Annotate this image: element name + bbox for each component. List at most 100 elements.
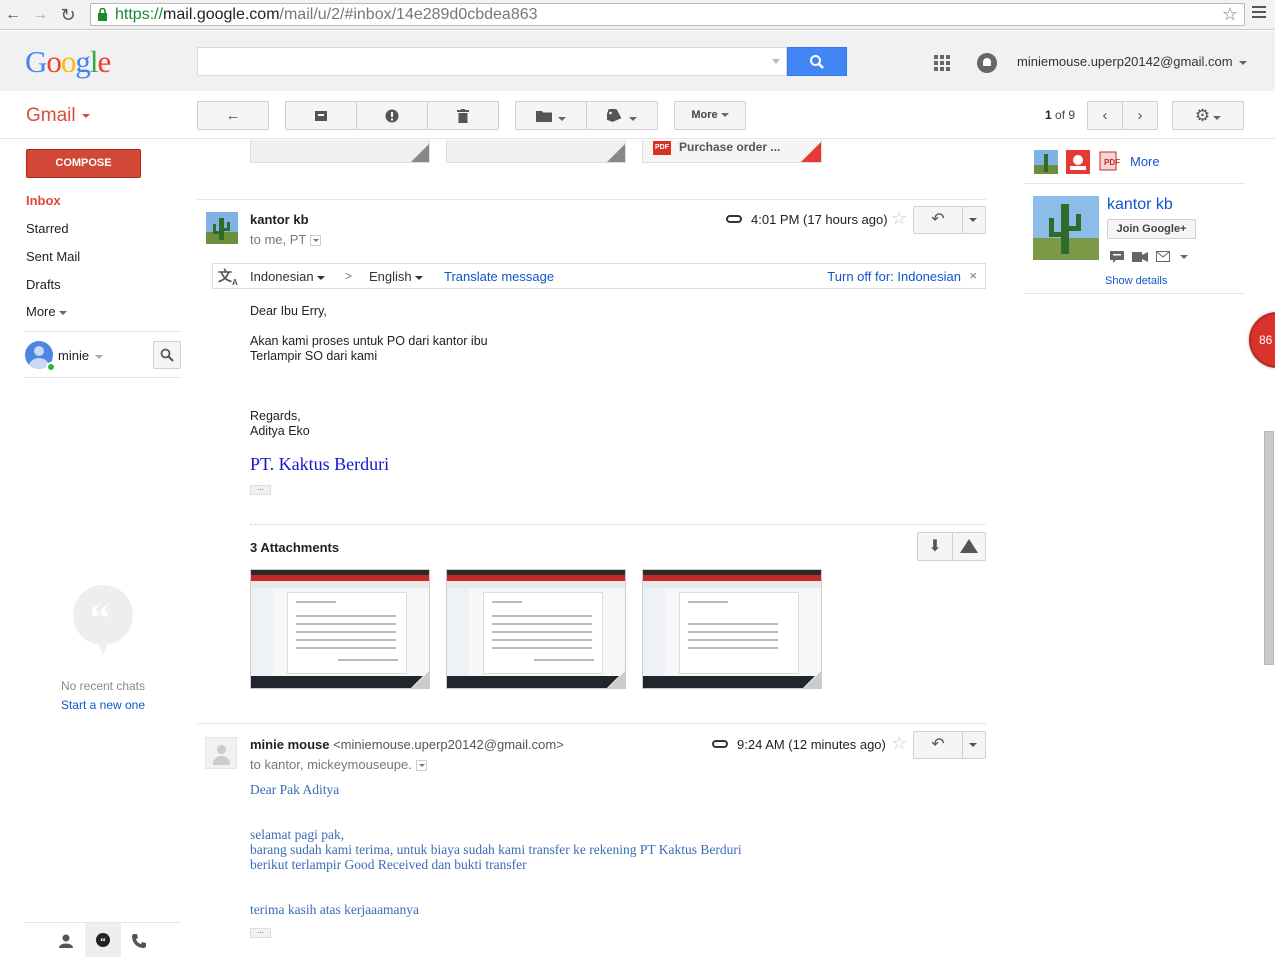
hangouts-notification-badge[interactable]: 86 (1249, 312, 1275, 368)
reply-icon[interactable]: ↶ (914, 732, 963, 758)
chevron-down-icon (628, 117, 637, 122)
scrollbar-thumb[interactable] (1264, 431, 1274, 665)
compose-button[interactable]: COMPOSE (26, 149, 141, 178)
pdf-attachment-chip[interactable]: PDF Purchase order ... (642, 140, 822, 163)
contacts-person-icon[interactable] (58, 933, 74, 949)
related-image-thumbnail[interactable] (1066, 150, 1090, 174)
apps-grid-icon[interactable] (934, 55, 950, 71)
sidebar-item-more[interactable]: More (26, 304, 67, 319)
show-trimmed-content-button[interactable]: ... (250, 484, 271, 495)
more-actions-button[interactable]: More (674, 101, 746, 130)
sidebar-item-drafts[interactable]: Drafts (26, 277, 61, 292)
report-spam-button[interactable] (356, 101, 428, 130)
source-language-select[interactable]: Indonesian (250, 269, 325, 284)
paperclip-icon (726, 215, 742, 223)
chevron-down-icon (58, 310, 67, 315)
collapsed-attachment-thumb[interactable] (250, 140, 430, 163)
target-language-select[interactable]: English (369, 269, 423, 284)
attachment-thumbnail[interactable] (250, 569, 430, 689)
chat-icon[interactable] (1110, 251, 1124, 263)
mail-icon[interactable] (1156, 251, 1170, 262)
sidebar-item-inbox[interactable]: Inbox (26, 193, 61, 208)
sidebar-item-sent-mail[interactable]: Sent Mail (26, 249, 80, 264)
join-google-plus-button[interactable]: Join Google+ (1107, 219, 1196, 239)
gmail-app-switcher[interactable]: Gmail (26, 105, 90, 127)
message-body-line: berikut terlampir Good Received dan bukt… (250, 857, 527, 872)
arrow-right-icon: > (345, 269, 353, 283)
sender-avatar[interactable] (205, 737, 237, 769)
google-logo[interactable]: Google (25, 44, 111, 80)
sender-name[interactable]: minie mouse <miniemouse.uperp20142@gmail… (250, 737, 564, 752)
back-icon[interactable]: ← (3, 5, 23, 25)
gmail-header: Google miniemouse.uperp20142@gmail.com (0, 31, 1275, 91)
star-icon[interactable]: ☆ (891, 733, 907, 754)
reply-button-group: ↶ (913, 731, 986, 759)
related-pdf-thumbnail[interactable]: PDF (1098, 150, 1122, 174)
back-to-inbox-button[interactable]: ← (197, 101, 269, 130)
divider (25, 377, 181, 378)
related-photo-thumbnail[interactable] (1034, 150, 1058, 174)
sender-name[interactable]: kantor kb (250, 212, 309, 227)
close-icon[interactable]: × (969, 268, 977, 283)
move-to-button[interactable] (515, 101, 587, 130)
archive-button[interactable] (285, 101, 357, 130)
signature-company: PT. Kaktus Berduri (250, 454, 390, 474)
delete-button[interactable] (427, 101, 499, 130)
divider (1025, 183, 1245, 184)
labels-button[interactable] (586, 101, 658, 130)
search-button[interactable] (787, 47, 847, 76)
chevron-down-icon[interactable] (1180, 255, 1188, 259)
show-details-link[interactable]: Show details (1105, 275, 1167, 287)
download-all-icon[interactable]: ⬇ (926, 536, 944, 556)
recipient-details-toggle[interactable] (415, 760, 427, 772)
show-trimmed-content-button[interactable]: ... (250, 927, 271, 938)
chevron-down-icon (81, 113, 90, 118)
newer-button[interactable]: ‹ (1087, 101, 1123, 130)
address-bar[interactable]: https://mail.google.com/mail/u/2/#inbox/… (90, 3, 1245, 26)
message-menu-caret[interactable] (969, 218, 977, 222)
notifications-bell-icon[interactable] (977, 53, 997, 73)
pagination-count: 1 of 9 (1045, 108, 1076, 122)
message-menu-caret[interactable] (969, 743, 977, 747)
video-icon[interactable] (1132, 251, 1148, 263)
spam-icon (385, 109, 399, 123)
save-to-drive-icon[interactable] (960, 539, 978, 553)
reload-icon[interactable]: ↻ (58, 5, 78, 25)
pdf-icon: PDF (653, 141, 671, 155)
star-icon[interactable]: ☆ (891, 208, 907, 229)
translate-message-link[interactable]: Translate message (444, 269, 554, 284)
settings-button[interactable]: ⚙ (1172, 101, 1244, 130)
chevron-down-icon (558, 117, 567, 122)
sidebar-item-starred[interactable]: Starred (26, 221, 69, 236)
older-button[interactable]: › (1122, 101, 1158, 130)
search-input[interactable] (197, 47, 787, 76)
sender-avatar[interactable] (206, 212, 238, 244)
reply-icon[interactable]: ↶ (914, 207, 963, 233)
translate-bar: 文A Indonesian > English Translate messag… (212, 263, 986, 289)
attachment-thumbnail[interactable] (446, 569, 626, 689)
chat-search-button[interactable] (153, 341, 181, 369)
attachment-thumbnail[interactable] (642, 569, 822, 689)
search-options-caret[interactable] (772, 59, 780, 64)
message-divider (197, 723, 986, 724)
message-body-line: barang sudah kami terima, untuk biaya su… (250, 842, 742, 857)
svg-text:“: “ (100, 936, 106, 948)
chrome-menu-icon[interactable] (1252, 6, 1266, 21)
turn-off-translate-link[interactable]: Turn off for: Indonesian (827, 269, 961, 284)
contact-name[interactable]: kantor kb (1107, 196, 1173, 214)
recipient-details-toggle[interactable] (310, 235, 322, 247)
bookmark-star-icon[interactable]: ☆ (1222, 4, 1238, 25)
hangouts-tab-icon[interactable]: “ (85, 923, 121, 957)
chat-user-name[interactable]: minie (58, 348, 104, 363)
chevron-right-icon: › (1137, 107, 1143, 124)
divider (25, 331, 181, 332)
gear-icon: ⚙ (1194, 106, 1211, 125)
collapsed-attachment-thumb[interactable] (446, 140, 626, 163)
forward-icon[interactable]: → (30, 5, 50, 25)
phone-icon[interactable] (131, 933, 147, 949)
more-attachments-link[interactable]: More (1130, 154, 1160, 169)
message-body-line: Akan kami proses untuk PO dari kantor ib… (250, 334, 488, 348)
start-new-chat-link[interactable]: Start a new one (25, 698, 181, 712)
contact-photo[interactable] (1033, 196, 1099, 260)
account-menu[interactable]: miniemouse.uperp20142@gmail.com (1017, 54, 1247, 69)
